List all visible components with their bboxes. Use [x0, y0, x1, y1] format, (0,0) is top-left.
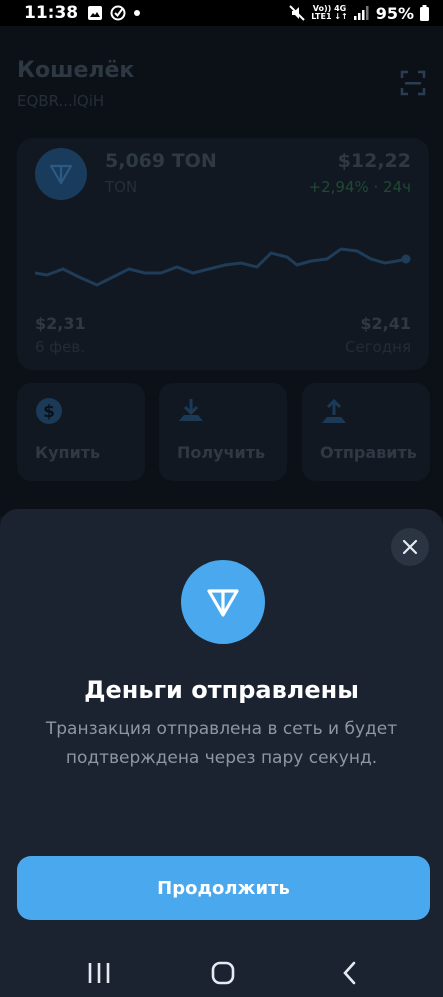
upload-icon: [322, 398, 346, 423]
mute-icon: [289, 5, 305, 21]
price-chart-line: [35, 247, 408, 287]
send-label: Отправить: [320, 443, 417, 462]
price-low-date: 6 фев.: [35, 338, 85, 356]
download-icon: [179, 399, 203, 421]
svg-text:$: $: [43, 402, 55, 422]
ton-icon: [207, 589, 239, 617]
price-chart-endpoint: [401, 254, 411, 264]
wallet-address[interactable]: EQBR...lQiH: [17, 92, 104, 110]
network-indicator: Vo)) 4G LTE1 ↓↑: [311, 5, 347, 21]
send-button[interactable]: Отправить: [302, 383, 430, 481]
ton-logo: [181, 560, 265, 644]
close-icon: [402, 539, 418, 555]
back-icon[interactable]: [336, 959, 366, 987]
sheet-title: Деньги отправлены: [84, 676, 359, 704]
asset-change: +2,94% · 24ч: [308, 178, 411, 196]
buy-button[interactable]: $ Купить: [17, 383, 145, 481]
success-sheet: Деньги отправлены Транзакция отправлена …: [0, 509, 443, 949]
wallet-title: Кошелёк: [17, 58, 135, 83]
asset-fiat-value: $12,22: [337, 150, 411, 172]
receive-button[interactable]: Получить: [159, 383, 287, 481]
buy-label: Купить: [35, 443, 101, 462]
close-button[interactable]: [391, 528, 429, 566]
price-high: $2,41: [360, 314, 411, 333]
check-circle-icon: [110, 5, 126, 21]
wallet-screen: Кошелёк EQBR...lQiH 5,069 TON TON $12,22…: [0, 26, 443, 516]
gallery-icon: [88, 6, 103, 20]
status-time: 11:38: [24, 3, 79, 23]
home-icon[interactable]: [208, 959, 238, 987]
continue-button[interactable]: Продолжить: [17, 856, 430, 920]
battery-percent: 95%: [375, 3, 414, 23]
sheet-description: Транзакция отправлена в сеть и будет под…: [45, 719, 398, 768]
scan-icon[interactable]: [400, 70, 426, 96]
ton-coin-icon: [35, 148, 87, 200]
notification-dot-icon: [134, 10, 141, 16]
asset-ticker: TON: [105, 178, 138, 196]
asset-balance: 5,069 TON: [105, 150, 217, 172]
navigation-bar: [0, 949, 443, 997]
status-bar: 11:38 Vo)) 4G LTE1 ↓↑ 95%: [0, 0, 443, 26]
network-bottom-text: LTE1 ↓↑: [311, 12, 348, 21]
asset-card[interactable]: 5,069 TON TON $12,22 +2,94% · 24ч $2,31 …: [17, 138, 429, 370]
price-high-date: Сегодня: [345, 338, 411, 356]
dollar-icon: $: [36, 398, 62, 424]
receive-label: Получить: [177, 443, 266, 462]
signal-icon: [353, 6, 369, 20]
recent-apps-icon[interactable]: [84, 959, 114, 987]
price-low: $2,31: [35, 314, 86, 333]
battery-icon: [420, 5, 429, 21]
price-chart: [35, 247, 411, 287]
